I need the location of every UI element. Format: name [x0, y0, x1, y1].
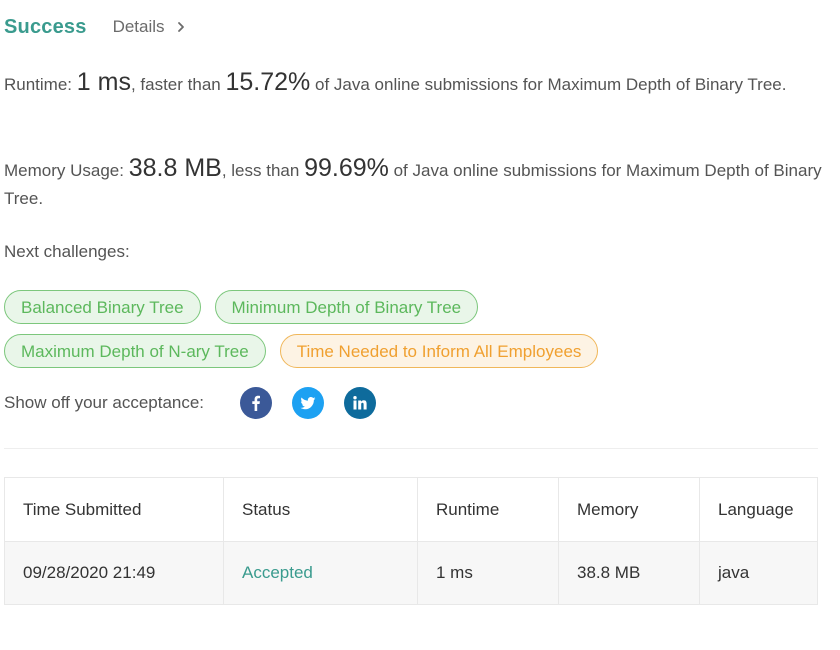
submissions-table: Time Submitted Status Runtime Memory Lan…	[4, 477, 818, 605]
header-runtime[interactable]: Runtime	[417, 477, 559, 542]
result-header: Success Details	[4, 12, 187, 42]
runtime-label: Runtime:	[4, 75, 73, 94]
runtime-percent: 15.72%	[225, 68, 311, 96]
memory-comparison: , less than	[221, 161, 300, 180]
twitter-icon[interactable]	[292, 387, 325, 419]
section-divider	[4, 448, 818, 449]
cell-status: Accepted	[223, 541, 418, 605]
result-status-title: Success	[4, 15, 87, 38]
share-icons	[240, 387, 377, 419]
challenge-chip-minimum-depth-binary-tree[interactable]: Minimum Depth of Binary Tree	[214, 290, 479, 324]
table-header-row: Time Submitted Status Runtime Memory Lan…	[4, 477, 818, 542]
details-link-label: Details	[112, 17, 165, 36]
cell-memory: 38.8 MB	[558, 541, 700, 605]
runtime-comparison: , faster than	[130, 75, 221, 94]
linkedin-icon[interactable]	[344, 387, 377, 419]
memory-stat: Memory Usage: 38.8 MB, less than 99.69% …	[4, 154, 824, 213]
status-accepted-link[interactable]: Accepted	[242, 563, 313, 582]
runtime-suffix: of Java online submissions for Maximum D…	[315, 75, 787, 94]
header-memory[interactable]: Memory	[558, 477, 700, 542]
memory-percent: 99.69%	[304, 154, 389, 182]
next-challenges-label: Next challenges:	[4, 242, 130, 261]
cell-time-submitted: 09/28/2020 21:49	[4, 541, 224, 605]
challenge-chip-balanced-binary-tree[interactable]: Balanced Binary Tree	[4, 290, 201, 324]
chevron-right-icon	[177, 22, 184, 32]
share-row: Show off your acceptance:	[4, 386, 377, 420]
next-challenges-row: Maximum Depth of N-ary Tree Time Needed …	[4, 334, 599, 368]
cell-runtime: 1 ms	[417, 541, 559, 605]
memory-value: 38.8 MB	[128, 154, 222, 182]
submission-result-page: Success Details Runtime: 1 ms, faster th…	[0, 0, 840, 650]
facebook-glyph	[252, 395, 261, 411]
memory-label: Memory Usage:	[4, 161, 124, 180]
cell-language: java	[699, 541, 818, 605]
facebook-icon[interactable]	[240, 387, 273, 419]
header-time-submitted[interactable]: Time Submitted	[4, 477, 224, 542]
runtime-value: 1 ms	[76, 68, 131, 96]
table-row: 09/28/2020 21:49 Accepted 1 ms 38.8 MB j…	[4, 541, 818, 605]
twitter-glyph	[300, 397, 316, 410]
linkedin-glyph	[353, 396, 367, 410]
challenge-chip-time-needed-inform-employees[interactable]: Time Needed to Inform All Employees	[279, 334, 599, 368]
memory-suffix: of Java online submissions for Maximum D…	[4, 161, 822, 208]
header-language[interactable]: Language	[699, 477, 818, 542]
header-status[interactable]: Status	[223, 477, 418, 542]
runtime-stat: Runtime: 1 ms, faster than 15.72% of Jav…	[4, 68, 824, 99]
share-label: Show off your acceptance:	[4, 393, 205, 412]
details-link[interactable]: Details	[113, 17, 187, 37]
challenge-chip-maximum-depth-n-ary-tree[interactable]: Maximum Depth of N-ary Tree	[4, 334, 266, 368]
next-challenges-row: Balanced Binary Tree Minimum Depth of Bi…	[4, 290, 479, 324]
